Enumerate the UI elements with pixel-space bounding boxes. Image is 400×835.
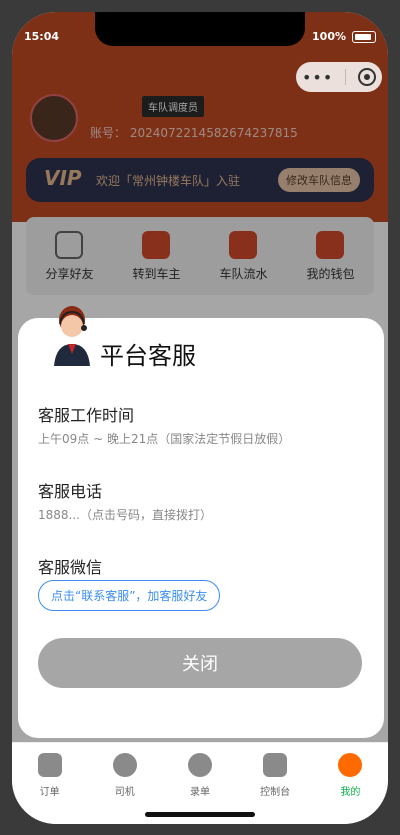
steering-wheel-icon [112,753,137,777]
dashboard-icon [263,753,288,777]
tab-label: 司机 [114,787,135,798]
status-battery: 100% [312,30,376,43]
customer-service-modal: 平台客服 客服工作时间 上午09点 ~ 晚上21点（国家法定节假日放假） 客服电… [18,306,384,738]
capsule-divider [345,69,347,85]
support-agent-icon [54,306,90,366]
modal-title: 平台客服 [100,342,196,370]
phone-frame: 15:04 100% ••• 车队调度员 账号： 202407221458267… [12,12,388,824]
close-miniapp-icon[interactable] [358,68,377,86]
plus-circle-icon [187,753,212,777]
work-time-text: 上午09点 ~ 晚上21点（国家法定节假日放假） [38,432,291,446]
close-button[interactable]: 关闭 [38,638,362,688]
user-icon [338,753,363,777]
phone-number-link[interactable]: 1888...（点击号码，直接拨打） [38,506,212,523]
tab-orders[interactable]: 订单 [12,743,87,824]
tab-label: 订单 [39,787,60,798]
tab-mine[interactable]: 我的 [313,743,388,824]
wechat-title: 客服微信 [38,558,103,577]
phone-notch [95,12,305,46]
miniapp-capsule[interactable]: ••• [296,62,382,92]
home-indicator [145,812,255,817]
phone-title: 客服电话 [38,482,103,501]
more-icon[interactable]: ••• [302,68,333,87]
work-time-title: 客服工作时间 [38,406,135,425]
status-time: 15:04 [24,30,60,43]
battery-percent: 100% [312,30,346,43]
battery-icon [352,30,376,43]
contact-service-button[interactable]: 点击“联系客服”，加客服好友 [38,580,221,611]
clipboard-icon [37,753,62,777]
tab-label: 我的 [340,787,361,798]
tab-label: 录单 [189,787,210,798]
tab-label: 控制台 [260,787,291,798]
